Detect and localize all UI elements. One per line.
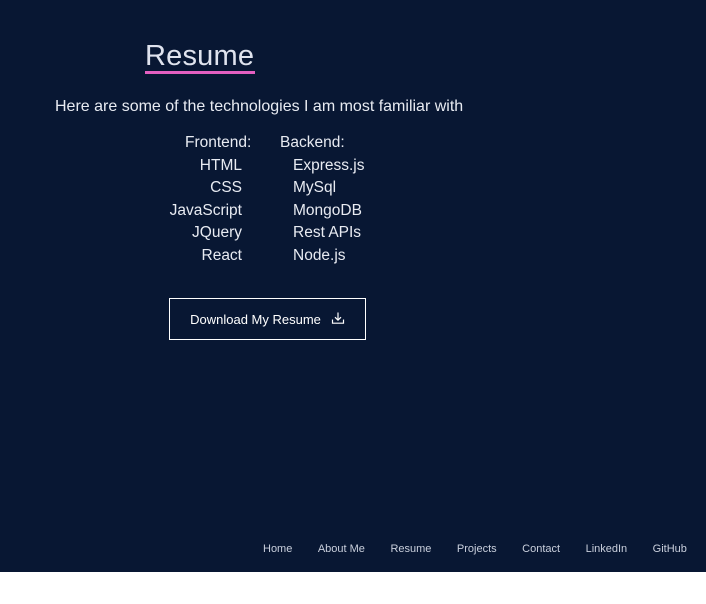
backend-skill: Express.js	[293, 157, 365, 174]
nav-github[interactable]: GitHub	[653, 543, 687, 555]
download-icon	[331, 311, 345, 328]
nav-resume[interactable]: Resume	[390, 543, 431, 555]
nav-about-me[interactable]: About Me	[318, 543, 365, 555]
frontend-list: HTML CSS JavaScript JQuery React	[170, 155, 242, 267]
nav-linkedin[interactable]: LinkedIn	[586, 543, 628, 555]
backend-list: Express.js MySql MongoDB Rest APIs Node.…	[293, 155, 365, 267]
frontend-skill: HTML	[199, 157, 242, 174]
backend-skill: Rest APIs	[293, 224, 362, 242]
frontend-skill: JavaScript	[169, 201, 242, 219]
download-resume-label: Download My Resume	[190, 311, 321, 327]
frontend-heading: Frontend:	[185, 134, 252, 151]
backend-heading: Backend:	[280, 134, 345, 151]
nav-projects[interactable]: Projects	[457, 543, 497, 555]
frontend-skill: CSS	[210, 179, 242, 197]
backend-skill: Node.js	[293, 246, 346, 264]
frontend-skill: JQuery	[192, 224, 242, 242]
backend-skill: MySql	[293, 179, 337, 197]
page: Resume Here are some of the technologies…	[0, 0, 706, 572]
backend-skill: MongoDB	[293, 201, 362, 219]
title-underline	[145, 71, 255, 74]
intro-text: Here are some of the technologies I am m…	[55, 98, 464, 115]
frontend-skill: React	[201, 246, 243, 264]
nav-home[interactable]: Home	[263, 543, 292, 555]
nav-contact[interactable]: Contact	[522, 543, 560, 555]
page-title: Resume	[145, 40, 255, 72]
footer-nav: Home About Me Resume Projects Contact Li…	[263, 543, 687, 555]
download-resume-button[interactable]: Download My Resume	[169, 298, 366, 340]
